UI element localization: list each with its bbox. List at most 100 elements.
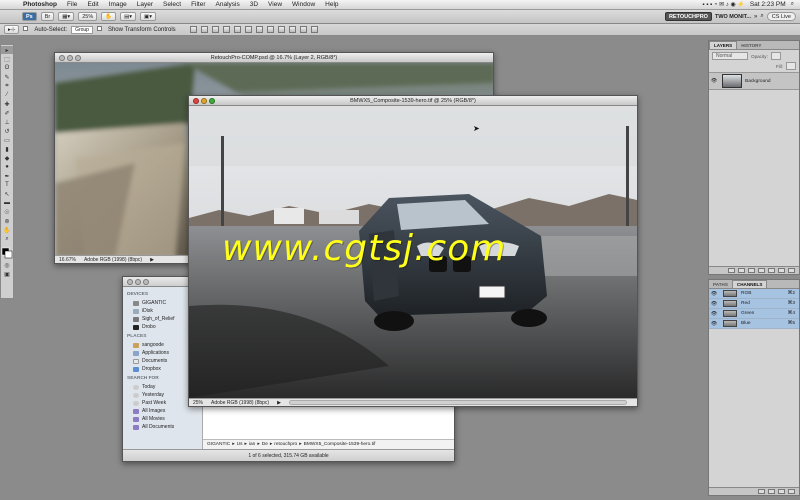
- distribute-left-icon[interactable]: [288, 26, 296, 33]
- eye-icon[interactable]: 👁: [709, 291, 719, 297]
- distribute-bottom-icon[interactable]: [277, 26, 285, 33]
- load-selection-icon[interactable]: [758, 489, 765, 494]
- zoom-field[interactable]: 16.67%: [59, 257, 76, 263]
- hand-tool-icon[interactable]: ✋: [101, 12, 117, 21]
- view-extras-button[interactable]: ▦▾: [58, 12, 75, 21]
- path-select-tool-icon[interactable]: ↖: [1, 190, 13, 198]
- zoom-button[interactable]: [75, 55, 81, 61]
- menu-analysis[interactable]: Analysis: [211, 1, 245, 8]
- minimize-button[interactable]: [135, 279, 141, 285]
- close-button[interactable]: [59, 55, 65, 61]
- layer-style-icon[interactable]: [738, 268, 745, 273]
- trash-icon[interactable]: [788, 268, 795, 273]
- zoom-field[interactable]: 25%: [193, 400, 203, 406]
- clone-stamp-tool-icon[interactable]: ⊥: [1, 118, 13, 126]
- history-brush-tool-icon[interactable]: ↺: [1, 127, 13, 135]
- menu-app-name[interactable]: Photoshop: [18, 1, 62, 8]
- move-tool-preset-icon[interactable]: ▸⊹: [4, 25, 20, 34]
- menu-image[interactable]: Image: [104, 1, 132, 8]
- bridge-button[interactable]: Br: [40, 12, 55, 21]
- path-item[interactable]: De: [262, 442, 268, 447]
- cs-live-button[interactable]: CS Live: [766, 12, 796, 21]
- blur-tool-icon[interactable]: ◆: [1, 154, 13, 162]
- minimize-button[interactable]: [201, 98, 207, 104]
- workspace-retouchpro[interactable]: RETOUCHPRO: [664, 12, 712, 21]
- tab-channels[interactable]: CHANNELS: [731, 280, 768, 288]
- gradient-tool-icon[interactable]: ▮: [1, 145, 13, 153]
- zoom-button[interactable]: [209, 98, 215, 104]
- quick-mask-icon[interactable]: ◎: [1, 261, 13, 269]
- 3d-rotate-tool-icon[interactable]: ☉: [1, 208, 13, 216]
- workspace-two-monitors[interactable]: TWO MONIT...: [715, 14, 751, 20]
- tab-layers[interactable]: LAYERS: [709, 41, 738, 49]
- menu-select[interactable]: Select: [158, 1, 186, 8]
- type-tool-icon[interactable]: T: [1, 181, 13, 189]
- marquee-tool-icon[interactable]: ⬚: [1, 55, 13, 63]
- menu-layer[interactable]: Layer: [132, 1, 158, 8]
- new-channel-icon[interactable]: [778, 489, 785, 494]
- align-right-icon[interactable]: [244, 26, 252, 33]
- adjustment-layer-icon[interactable]: [758, 268, 765, 273]
- close-button[interactable]: [193, 98, 199, 104]
- dodge-tool-icon[interactable]: ●: [1, 163, 13, 171]
- menu-edit[interactable]: Edit: [82, 1, 103, 8]
- menu-view[interactable]: View: [263, 1, 287, 8]
- trash-icon[interactable]: [788, 489, 795, 494]
- channel-row-blue[interactable]: 👁 Blue ⌘5: [709, 319, 799, 329]
- eye-icon[interactable]: 👁: [709, 301, 719, 307]
- status-arrow-icon[interactable]: ▶: [150, 257, 154, 263]
- status-icons[interactable]: ▪ ▪ ▪ ◔ ✉ ♪ ◉ ⚡: [702, 1, 744, 8]
- new-layer-icon[interactable]: [778, 268, 785, 273]
- tab-history[interactable]: HISTORY: [737, 42, 765, 49]
- zoom-button[interactable]: [143, 279, 149, 285]
- menu-3d[interactable]: 3D: [245, 1, 263, 8]
- quick-select-tool-icon[interactable]: ✎: [1, 73, 13, 81]
- eye-icon[interactable]: 👁: [709, 321, 719, 327]
- move-tool-icon[interactable]: ▸: [1, 46, 13, 54]
- healing-brush-tool-icon[interactable]: ✚: [1, 100, 13, 108]
- align-left-icon[interactable]: [222, 26, 230, 33]
- sidebar-item-all-documents[interactable]: All Documents: [127, 423, 202, 431]
- show-transform-checkbox[interactable]: [96, 26, 104, 33]
- menu-filter[interactable]: Filter: [186, 1, 210, 8]
- menubar-clock[interactable]: Sat 2:23 PM: [750, 1, 786, 8]
- color-profile-info[interactable]: Adobe RGB (1998) (8bpc): [84, 257, 142, 263]
- color-profile-info[interactable]: Adobe RGB (1998) (8bpc): [211, 400, 269, 406]
- distribute-right-icon[interactable]: [299, 26, 307, 33]
- window-title-bar[interactable]: BMWX5_Composite-1539-hero.tif @ 25% (RGB…: [189, 96, 637, 106]
- distribute-center-icon[interactable]: [266, 26, 274, 33]
- blend-mode-select[interactable]: Normal: [712, 52, 748, 60]
- search-icon[interactable]: ⌕: [760, 13, 763, 20]
- eyedropper-tool-icon[interactable]: ⁄: [1, 91, 13, 99]
- minimize-button[interactable]: [67, 55, 73, 61]
- eye-icon[interactable]: 👁: [709, 311, 719, 317]
- zoom-level-select[interactable]: 25%: [78, 12, 98, 21]
- align-vcenter-icon[interactable]: [200, 26, 208, 33]
- 3d-orbit-tool-icon[interactable]: ⊚: [1, 217, 13, 225]
- zoom-tool-icon[interactable]: ⌕: [1, 235, 13, 243]
- menu-file[interactable]: File: [62, 1, 82, 8]
- menu-window[interactable]: Window: [287, 1, 320, 8]
- screen-mode-icon[interactable]: ▣: [1, 270, 13, 278]
- shape-tool-icon[interactable]: ▬: [1, 199, 13, 207]
- workspace-more-icon[interactable]: »: [754, 14, 757, 20]
- layer-mask-icon[interactable]: [748, 268, 755, 273]
- path-item[interactable]: GIGANTIC: [207, 442, 230, 447]
- layer-row-background[interactable]: 👁 Background: [709, 72, 799, 90]
- link-layers-icon[interactable]: [728, 268, 735, 273]
- window-title-bar[interactable]: RetouchPro-COMP.psd @ 16.7% (Layer 2, RG…: [55, 53, 493, 63]
- eye-icon[interactable]: 👁: [709, 78, 719, 84]
- hand-tool-icon[interactable]: ✋: [1, 226, 13, 234]
- save-selection-icon[interactable]: [768, 489, 775, 494]
- screen-mode-button[interactable]: ▣▾: [140, 12, 157, 21]
- auto-select-checkbox[interactable]: [23, 26, 30, 33]
- align-bottom-icon[interactable]: [211, 26, 219, 33]
- channel-row-red[interactable]: 👁 Red ⌘3: [709, 299, 799, 309]
- path-item[interactable]: ian: [249, 442, 255, 447]
- align-top-icon[interactable]: [189, 26, 197, 33]
- menu-help[interactable]: Help: [320, 1, 343, 8]
- status-arrow-icon[interactable]: ▶: [277, 400, 281, 406]
- channel-row-green[interactable]: 👁 Green ⌘4: [709, 309, 799, 319]
- auto-select-dropdown[interactable]: Group: [71, 25, 93, 34]
- close-button[interactable]: [127, 279, 133, 285]
